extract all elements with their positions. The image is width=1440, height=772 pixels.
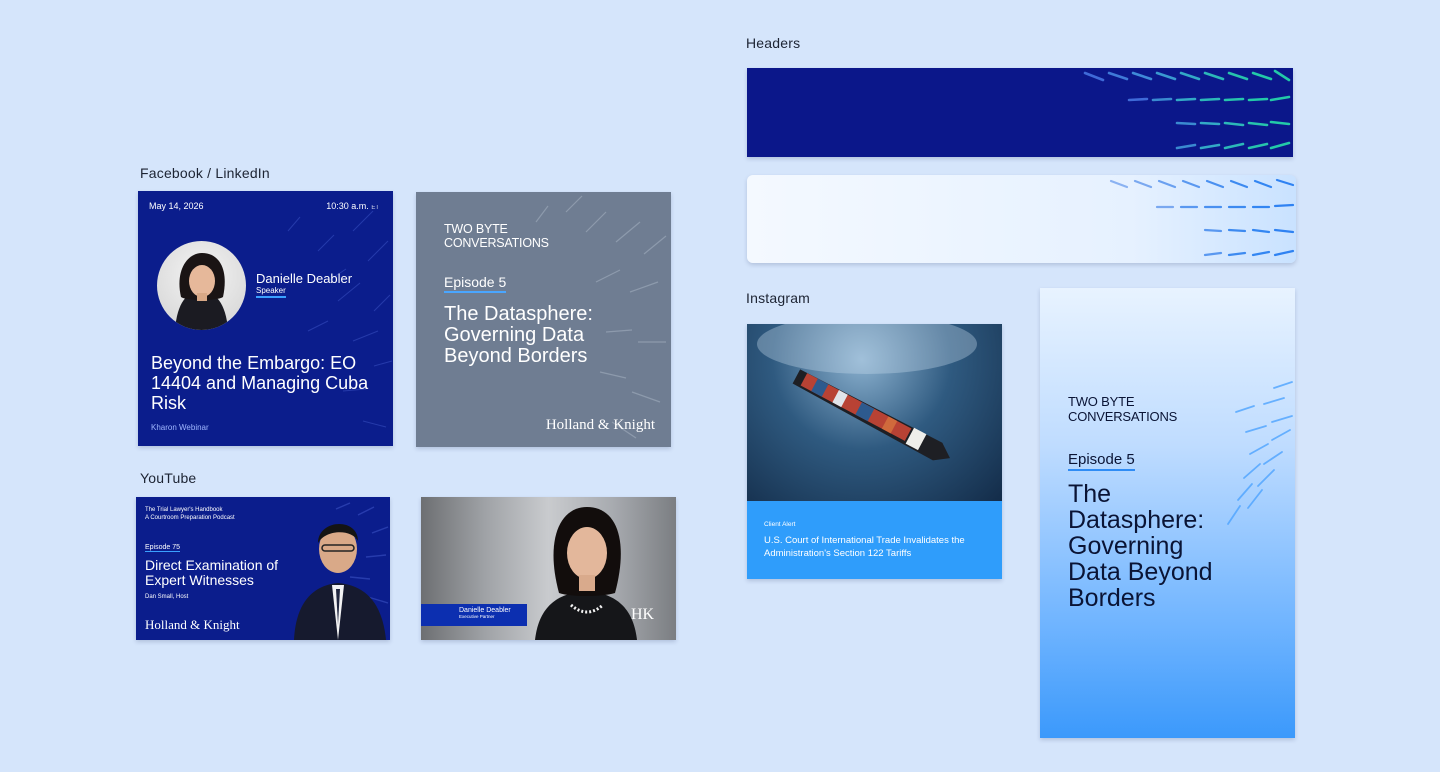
story-series: TWO BYTE CONVERSATIONS: [1068, 394, 1178, 424]
podcast-host: Dan Small, Host: [145, 594, 189, 600]
story-title: The Datasphere: Governing Data Beyond Bo…: [1068, 480, 1213, 612]
speaker-photo: [157, 241, 246, 330]
interviewee-role: Executive Partner: [459, 614, 495, 619]
facebook-podcast-card[interactable]: TWO BYTE CONVERSATIONS Episode 5 The Dat…: [416, 192, 671, 447]
event-date: May 14, 2026: [149, 201, 204, 211]
client-alert-headline: U.S. Court of International Trade Invali…: [764, 535, 965, 559]
interviewee-name: Danielle Deabler: [459, 607, 511, 614]
section-label-youtube: YouTube: [140, 470, 197, 486]
client-alert-label: Client Alert: [764, 521, 796, 528]
holland-knight-logo: Holland & Knight: [545, 417, 655, 433]
section-label-instagram: Instagram: [746, 290, 811, 306]
name-lower-third: Danielle Deabler Executive Partner: [421, 604, 527, 626]
header-banner-navy[interactable]: [747, 68, 1293, 157]
holland-knight-logo: Holland & Knight: [145, 617, 240, 632]
podcast-title: Direct Examination of Expert Witnesses: [145, 557, 279, 588]
podcast-series: TWO BYTE CONVERSATIONS: [444, 222, 549, 250]
podcast-episode: Episode 5: [444, 274, 507, 293]
instagram-podcast-story[interactable]: TWO BYTE CONVERSATIONS Episode 5 The Dat…: [1040, 288, 1295, 738]
host-photo: [294, 523, 386, 640]
youtube-podcast-thumbnail[interactable]: The Trial Lawyer's Handbook A Courtroom P…: [136, 497, 390, 640]
section-label-facebook-linkedin: Facebook / LinkedIn: [140, 165, 270, 181]
event-time: 10:30 a.m. ET: [326, 201, 379, 211]
podcast-title: The Datasphere: Governing Data Beyond Bo…: [444, 303, 593, 367]
cargo-ship-photo: [747, 324, 1002, 501]
header-banner-light[interactable]: [747, 175, 1296, 263]
podcast-episode: Episode 75: [145, 544, 181, 552]
facebook-webinar-card[interactable]: May 14, 2026 10:30 a.m. ET Danielle Deab…: [138, 191, 393, 446]
story-episode: Episode 5: [1068, 451, 1135, 471]
hk-monogram-logo: HK: [631, 606, 655, 623]
section-label-headers: Headers: [746, 35, 801, 51]
speaker-role: Speaker: [256, 286, 286, 298]
ray-pattern: [1083, 69, 1291, 150]
interviewee-photo: [535, 507, 637, 640]
podcast-series: The Trial Lawyer's Handbook A Courtroom P…: [145, 507, 235, 521]
webinar-subtitle: Kharon Webinar: [151, 423, 209, 432]
instagram-client-alert-post[interactable]: Client Alert U.S. Court of International…: [747, 324, 1002, 579]
webinar-title: Beyond the Embargo: EO 14404 and Managin…: [151, 353, 369, 413]
youtube-interview-thumbnail[interactable]: Danielle Deabler Executive Partner HK: [421, 497, 676, 640]
speaker-name: Danielle Deabler: [256, 271, 353, 286]
ray-pattern: [1109, 178, 1295, 257]
